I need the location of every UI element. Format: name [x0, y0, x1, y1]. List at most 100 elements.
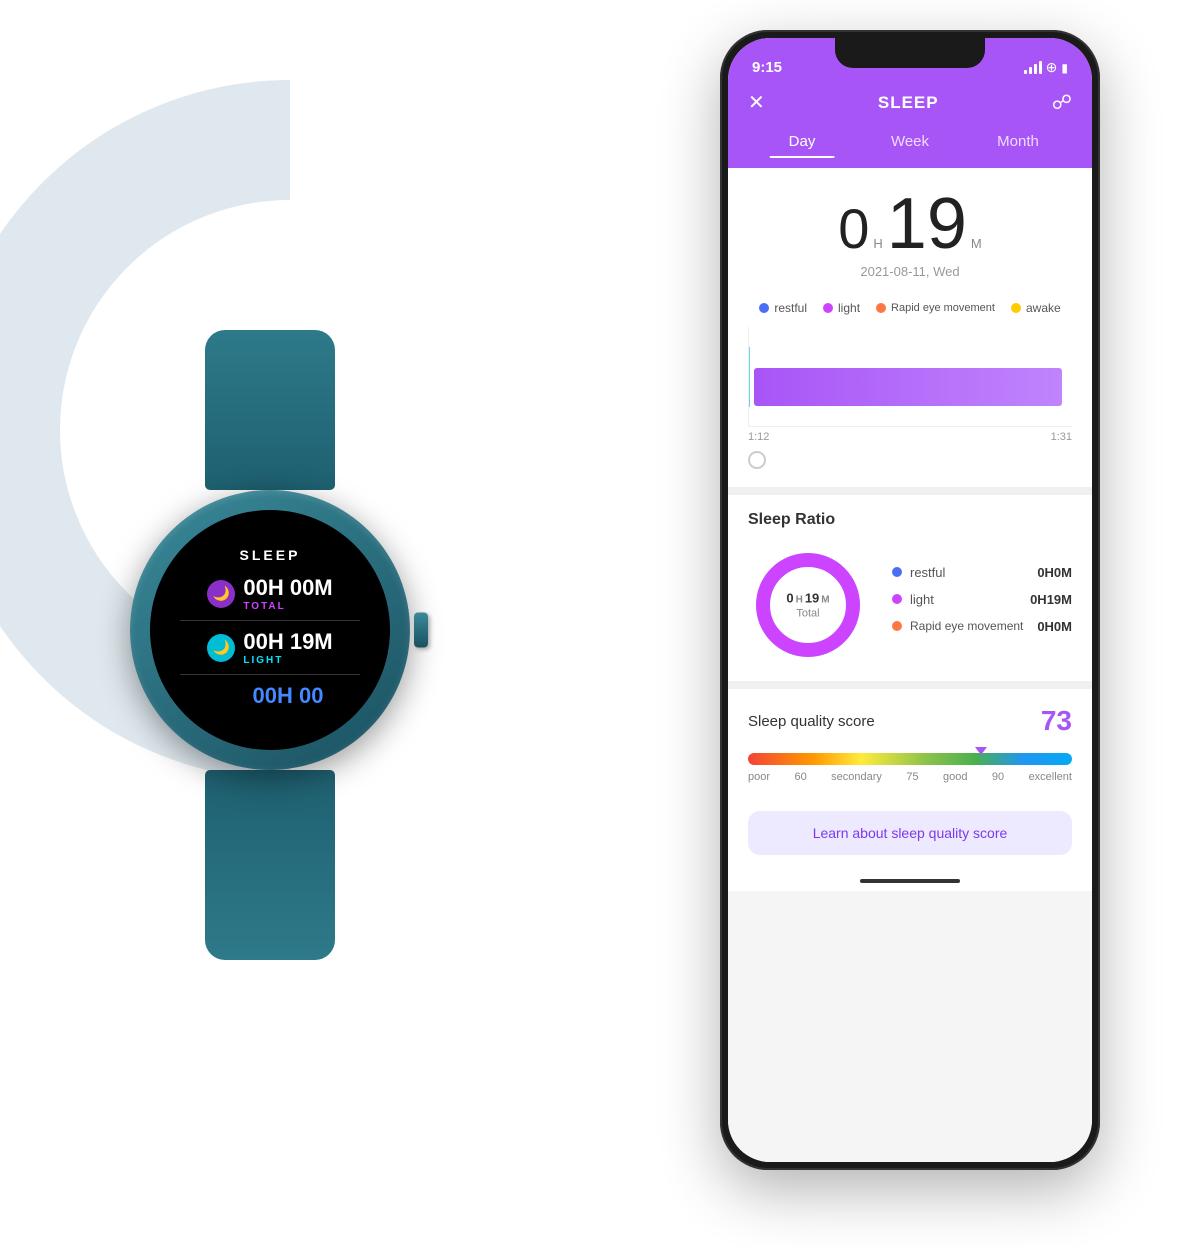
sleep-ratio-section: Sleep Ratio 0 — [728, 495, 1092, 681]
chart-bar — [754, 368, 1062, 406]
sleep-hours: 0 — [838, 201, 869, 257]
sleep-date: 2021-08-11, Wed — [748, 264, 1072, 279]
chart-scrubber[interactable] — [738, 447, 1082, 477]
ratio-content: 0 H 19 M Total — [748, 545, 1072, 665]
scroll-content: 0 H 19 M 2021-08-11, Wed restful — [728, 168, 1092, 1162]
ratio-item-restful: restful 0H0M — [892, 565, 1072, 580]
watch-rem-row: 00H 00 — [217, 683, 324, 709]
tab-day[interactable]: Day — [748, 127, 856, 156]
awake-dot — [1011, 303, 1021, 313]
watch-divider-2 — [180, 674, 360, 675]
sleep-time-display: 0 H 19 M — [748, 188, 1072, 260]
tab-month[interactable]: Month — [964, 127, 1072, 156]
light-dot — [823, 303, 833, 313]
watch-strap-bottom — [205, 770, 335, 960]
indicator-triangle — [975, 747, 987, 755]
sleep-chart: 1:12 1:31 — [728, 327, 1092, 487]
bar-label-75: 75 — [906, 771, 918, 783]
section-divider-1 — [728, 487, 1092, 495]
watch-light-row: 🌙 00H 19M LIGHT — [207, 629, 332, 666]
ratio-item-left-rem: Rapid eye movement — [892, 619, 1023, 633]
quality-header: Sleep quality score 73 — [748, 705, 1072, 737]
sleep-minutes: 19 — [887, 188, 967, 260]
ratio-light-name: light — [910, 592, 934, 607]
sleep-hours-unit: H — [873, 236, 882, 251]
watch-sleep-icon-total: 🌙 — [207, 580, 235, 608]
legend-awake: awake — [1011, 301, 1061, 315]
phone-screen: 9:15 ⊕ ▮ ✕ SLEEP ☍ — [728, 38, 1092, 1162]
watch-crown — [414, 613, 428, 648]
sleep-minutes-unit: M — [971, 236, 982, 251]
legend-light: light — [823, 301, 860, 315]
color-bar-container: poor 60 secondary 75 good 90 excellent — [748, 753, 1072, 783]
bar-label-excellent: excellent — [1029, 771, 1072, 783]
donut-hours: 0 — [786, 591, 793, 606]
restful-dot — [759, 303, 769, 313]
quality-section: Sleep quality score 73 poor 60 secondary… — [728, 689, 1092, 871]
awake-label: awake — [1026, 301, 1061, 315]
ratio-light-value: 0H19M — [1030, 592, 1072, 607]
chart-timeline: 1:12 1:31 — [738, 427, 1082, 447]
donut-chart: 0 H 19 M Total — [748, 545, 868, 665]
watch-body: SLEEP 🌙 00H 00M TOTAL 🌙 00H 19M LIGHT — [110, 470, 430, 790]
status-time: 9:15 — [752, 59, 782, 76]
bar-label-60: 60 — [794, 771, 806, 783]
ratio-restful-name: restful — [910, 565, 945, 580]
rem-label: Rapid eye movement — [891, 302, 995, 314]
section-divider-2 — [728, 681, 1092, 689]
watch-light-label: LIGHT — [243, 655, 332, 666]
home-bar — [860, 879, 960, 883]
legend-row: restful light Rapid eye movement awake — [728, 289, 1092, 327]
ratio-rem-name: Rapid eye movement — [910, 619, 1023, 633]
signal-icon — [1024, 61, 1042, 74]
score-indicator — [975, 747, 987, 755]
bar-label-secondary: secondary — [831, 771, 882, 783]
chart-time-end: 1:31 — [1051, 431, 1072, 443]
light-label: light — [838, 301, 860, 315]
close-icon[interactable]: ✕ — [748, 90, 765, 115]
chart-area — [748, 327, 1072, 427]
phone-frame: 9:15 ⊕ ▮ ✕ SLEEP ☍ — [720, 30, 1100, 1170]
chart-time-start: 1:12 — [748, 431, 769, 443]
color-bar — [748, 753, 1072, 765]
ratio-item-left-light: light — [892, 592, 934, 607]
legend-restful: restful — [759, 301, 807, 315]
tab-week[interactable]: Week — [856, 127, 964, 156]
wifi-icon: ⊕ — [1046, 59, 1058, 76]
rem-dot — [876, 303, 886, 313]
learn-button[interactable]: Learn about sleep quality score — [748, 811, 1072, 855]
watch-total-row: 🌙 00H 00M TOTAL — [207, 575, 332, 612]
ratio-item-rem: Rapid eye movement 0H0M — [892, 619, 1072, 634]
watch-total-time: 00H 00M — [243, 575, 332, 601]
bar-label-poor: poor — [748, 771, 770, 783]
notes-icon[interactable]: ☍ — [1052, 90, 1072, 115]
ratio-restful-value: 0H0M — [1037, 565, 1072, 580]
tab-bar: Day Week Month — [728, 127, 1092, 168]
watch-total-label: TOTAL — [243, 601, 332, 612]
watch-container: SLEEP 🌙 00H 00M TOTAL 🌙 00H 19M LIGHT — [60, 340, 480, 920]
quality-score: 73 — [1041, 705, 1072, 737]
watch-case: SLEEP 🌙 00H 00M TOTAL 🌙 00H 19M LIGHT — [130, 490, 410, 770]
watch-title-text: SLEEP — [240, 547, 301, 563]
donut-time-display: 0 H 19 M — [786, 591, 829, 606]
donut-minutes-unit: M — [821, 595, 829, 606]
bar-label-90: 90 — [992, 771, 1004, 783]
sleep-ratio-title: Sleep Ratio — [748, 511, 1072, 529]
quality-title: Sleep quality score — [748, 713, 875, 730]
ratio-item-light: light 0H19M — [892, 592, 1072, 607]
ratio-rem-value: 0H0M — [1037, 619, 1072, 634]
watch-strap-top — [205, 330, 335, 490]
watch-light-time: 00H 19M — [243, 629, 332, 655]
donut-minutes: 19 — [805, 591, 819, 606]
scrubber-handle[interactable] — [748, 451, 766, 469]
ratio-rem-dot — [892, 621, 902, 631]
phone-bottom — [728, 871, 1092, 891]
watch-screen: SLEEP 🌙 00H 00M TOTAL 🌙 00H 19M LIGHT — [150, 510, 390, 750]
watch-divider — [180, 620, 360, 621]
ratio-item-left-restful: restful — [892, 565, 945, 580]
status-icons: ⊕ ▮ — [1024, 59, 1068, 76]
bar-label-good: good — [943, 771, 967, 783]
phone-notch — [835, 38, 985, 68]
restful-label: restful — [774, 301, 807, 315]
chart-line — [749, 347, 750, 407]
